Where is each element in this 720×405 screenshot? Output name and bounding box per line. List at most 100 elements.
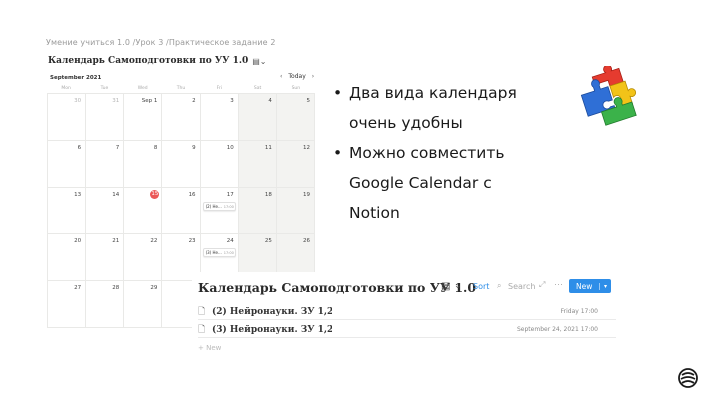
calendar-view-icon[interactable]: ▤⌄ [252, 57, 266, 66]
breadcrumb: Умение учиться 1.0 /Урок 3 /Практическое… [46, 38, 276, 47]
calendar-day-cell[interactable]: 7 [86, 140, 125, 188]
bullet-dot: • [333, 84, 343, 102]
calendar-day-cell[interactable]: 20 [48, 234, 87, 282]
calendar-day-number: 10 [226, 144, 234, 151]
weekday-label: Fri [216, 86, 222, 91]
calendar-day-number: 29 [150, 285, 158, 292]
calendar-day-number: 9 [192, 144, 196, 151]
calendar-day-number: 22 [150, 238, 158, 245]
calendar-day-cell[interactable]: 17 (2) Не... 17:00 [200, 187, 239, 235]
calendar-day-number: 15 [150, 189, 160, 199]
sort-button[interactable]: Sort [473, 282, 489, 291]
calendar-day-number: 8 [153, 144, 158, 151]
expand-icon[interactable]: ⤢ [539, 280, 545, 290]
calendar-day-number: 18 [264, 191, 272, 198]
calendar-day-cell[interactable]: 15 [124, 187, 163, 235]
calendar-title: Календарь Самоподготовки по УУ 1.0 [48, 56, 249, 66]
weekday-label: Sun [291, 86, 301, 91]
calendar-day-cell[interactable]: 31 [86, 94, 125, 141]
calendar-day-number: 31 [112, 98, 120, 104]
calendar-day-number: 16 [188, 191, 196, 198]
calendar-day-number: 17 [226, 191, 234, 198]
row-name: (2) Нейронауки. ЗУ 1,2 [212, 306, 332, 317]
today-button[interactable]: Today [288, 73, 305, 80]
calendar-day-number: 2 [192, 98, 196, 104]
calendar-day-cell[interactable]: Sep 1 [124, 94, 163, 141]
calendar-day-cell[interactable]: 30 [48, 94, 87, 141]
calendar-day-number: 26 [302, 238, 310, 245]
bullet-text: Можно совместить Google Calendar с Notio… [349, 144, 505, 222]
calendar-day-cell[interactable]: 28 [86, 281, 125, 328]
event-label: (2) Не... [205, 203, 222, 209]
calendar-day-cell[interactable]: 13 [48, 187, 87, 235]
calendar-month: September 2021 [50, 75, 102, 81]
calendar-day-number: 6 [77, 144, 82, 151]
row-date: September 24, 2021 17:00 [517, 326, 598, 333]
page-icon: 🗋 [198, 305, 206, 316]
weekday-label: Mon [61, 86, 71, 91]
calendar-day-cell[interactable]: 18 [238, 187, 277, 235]
new-button-label: New [576, 281, 593, 291]
calendar-nav: ‹ Today › [280, 73, 314, 80]
calendar-day-cell[interactable]: 19 [276, 187, 315, 235]
chevron-down-icon[interactable]: ⌄ [454, 280, 462, 291]
bullet-item: • Два вида календаря очень удобны [333, 78, 553, 138]
calendar-day-cell[interactable]: 2 [162, 94, 201, 141]
chevron-left-icon[interactable]: ‹ [280, 73, 282, 80]
calendar-event[interactable]: (2) Не... 17:00 [202, 201, 236, 211]
search-icon[interactable]: ⌕ [497, 281, 501, 291]
table-row[interactable]: 🗋 (2) Нейронауки. ЗУ 1,2 Friday 17:00 [198, 304, 616, 320]
calendar-day-cell[interactable]: 10 [200, 140, 239, 188]
table-title: Календарь Самоподготовки по УУ 1.0 [198, 280, 477, 295]
calendar-day-cell[interactable]: 27 [48, 281, 87, 328]
table-view-icon[interactable]: ▤ [441, 281, 450, 292]
weekday-label: Tue [100, 86, 109, 91]
calendar-header: Календарь Самоподготовки по УУ 1.0 ▤⌄ [48, 56, 267, 66]
calendar-day-cell[interactable]: 9 [162, 140, 201, 188]
add-row-label: New [206, 344, 222, 352]
calendar-day-cell[interactable]: 5 [276, 94, 315, 141]
chevron-down-icon[interactable]: ▾ [599, 282, 611, 290]
bullet-dot: • [333, 144, 343, 162]
weekday-label: Wed [137, 86, 148, 91]
calendar-day-cell[interactable]: 6 [48, 140, 87, 188]
calendar-day-number: 4 [268, 98, 272, 104]
weekday-header: Mon Tue Wed Thu Fri Sat Sun [47, 84, 315, 93]
event-time: 17:00 [223, 204, 234, 209]
page-icon: 🗋 [198, 323, 206, 334]
row-date: Friday 17:00 [560, 308, 598, 315]
calendar-day-number: 30 [74, 98, 82, 104]
more-icon[interactable]: ··· [554, 279, 563, 289]
row-name: (3) Нейронауки. ЗУ 1,2 [212, 324, 332, 335]
new-button[interactable]: New ▾ [569, 279, 611, 293]
calendar-day-cell[interactable]: 29 [124, 281, 163, 328]
bullet-list: • Два вида календаря очень удобны • Можн… [333, 78, 553, 228]
add-row-button[interactable]: + New [198, 344, 221, 352]
calendar-event[interactable]: (3) Не... 17:00 [202, 248, 236, 258]
calendar-day-cell[interactable]: 4 [238, 94, 277, 141]
calendar-day-cell[interactable]: 21 [86, 234, 125, 282]
calendar-day-cell[interactable]: 12 [276, 140, 315, 188]
weekday-label: Sat [253, 86, 262, 91]
calendar-day-cell[interactable]: 14 [86, 187, 125, 235]
calendar-day-number: 19 [302, 191, 310, 198]
table-row[interactable]: 🗋 (3) Нейронауки. ЗУ 1,2 September 24, 2… [198, 322, 616, 338]
search-button[interactable]: Search [508, 282, 535, 291]
calendar-day-cell[interactable]: 22 [124, 234, 163, 282]
calendar-day-cell[interactable]: 3 [200, 94, 239, 141]
calendar-day-number: 5 [306, 98, 310, 104]
calendar-day-number: 20 [74, 238, 82, 245]
calendar-day-number: 7 [115, 144, 120, 151]
calendar-day-cell[interactable]: 11 [238, 140, 277, 188]
table-view: Календарь Самоподготовки по УУ 1.0 ▤ ⌄ S… [192, 272, 622, 357]
calendar-day-number: 23 [188, 238, 196, 245]
calendar-day-number: 28 [112, 285, 120, 292]
calendar-day-number: Sep 1 [141, 98, 158, 104]
calendar-day-number: 13 [74, 191, 82, 198]
calendar-day-cell[interactable]: 16 [162, 187, 201, 235]
bullet-item: • Можно совместить Google Calendar с Not… [333, 138, 553, 228]
chevron-right-icon[interactable]: › [312, 73, 314, 80]
plus-icon: + [198, 344, 207, 352]
event-time: 17:00 [223, 251, 234, 256]
calendar-day-cell[interactable]: 8 [124, 140, 163, 188]
